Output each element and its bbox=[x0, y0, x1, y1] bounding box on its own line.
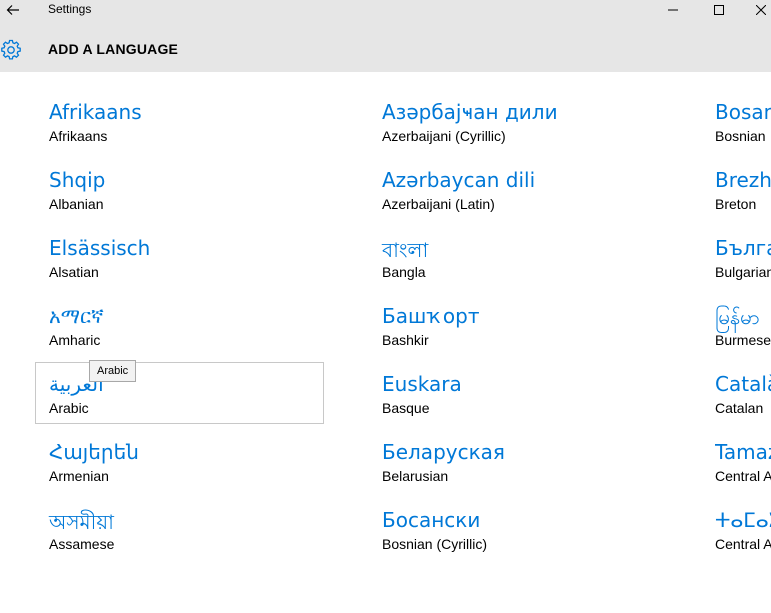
language-english-name: Bangla bbox=[382, 264, 426, 280]
close-icon bbox=[756, 5, 766, 15]
tooltip: Arabic bbox=[89, 360, 137, 382]
language-item-central-atlas-tamazight-latin[interactable]: Tamaz Central A bbox=[715, 440, 771, 502]
language-english-name: Amharic bbox=[49, 332, 101, 348]
language-english-name: Basque bbox=[382, 400, 430, 416]
language-english-name: Azerbaijani (Cyrillic) bbox=[382, 128, 506, 144]
language-native-name: Հայերեն bbox=[49, 440, 139, 464]
language-english-name: Central A bbox=[715, 468, 771, 484]
language-native-name: Català bbox=[715, 372, 771, 396]
language-english-name: Bosnian bbox=[715, 128, 766, 144]
language-english-name: Bashkir bbox=[382, 332, 429, 348]
language-item-central-atlas-tamazight-tifinagh[interactable]: ⵜⴰⵎⴰⵣ Central A bbox=[715, 508, 771, 570]
language-item-afrikaans[interactable]: Afrikaans Afrikaans bbox=[49, 100, 349, 162]
language-english-name: Armenian bbox=[49, 468, 109, 484]
language-english-name: Burmese bbox=[715, 332, 771, 348]
language-native-name: Бълга bbox=[715, 236, 771, 260]
language-item-bosnian-cyrillic[interactable]: Босански Bosnian (Cyrillic) bbox=[382, 508, 682, 570]
language-item-armenian[interactable]: Հայերեն Armenian bbox=[49, 440, 349, 502]
language-english-name: Afrikaans bbox=[49, 128, 108, 144]
language-native-name: Bosan bbox=[715, 100, 771, 124]
language-english-name: Bulgarian bbox=[715, 264, 771, 280]
language-native-name: አማርኛ bbox=[49, 304, 104, 328]
language-native-name: မြန်မာ bbox=[715, 305, 760, 329]
language-item-alsatian[interactable]: Elsässisch Alsatian bbox=[49, 236, 349, 298]
language-native-name: Беларуская bbox=[382, 440, 505, 464]
language-item-azerbaijani-latin[interactable]: Azərbaycan dili Azerbaijani (Latin) bbox=[382, 168, 682, 230]
language-item-amharic[interactable]: አማርኛ Amharic bbox=[49, 304, 349, 366]
language-native-name: ⵜⴰⵎⴰⵣ bbox=[715, 508, 771, 532]
window-title: Settings bbox=[48, 2, 92, 16]
language-native-name: Elsässisch bbox=[49, 236, 151, 260]
language-english-name: Azerbaijani (Latin) bbox=[382, 196, 495, 212]
language-english-name: Assamese bbox=[49, 536, 115, 552]
minimize-icon bbox=[668, 9, 678, 11]
language-native-name: Afrikaans bbox=[49, 100, 142, 124]
language-list: Afrikaans Afrikaans Shqip Albanian Elsäs… bbox=[0, 72, 771, 613]
language-english-name: Alsatian bbox=[49, 264, 99, 280]
language-column-3: Bosan Bosnian Brezho Breton Бълга Bulgar… bbox=[715, 72, 771, 613]
page-title: ADD A LANGUAGE bbox=[48, 41, 179, 57]
back-button[interactable] bbox=[0, 0, 26, 20]
language-item-bashkir[interactable]: Башҡорт Bashkir bbox=[382, 304, 682, 366]
minimize-button[interactable] bbox=[650, 0, 696, 20]
title-bar: Settings ADD A LANGUAGE bbox=[0, 0, 771, 72]
language-english-name: Catalan bbox=[715, 400, 764, 416]
language-item-bosnian[interactable]: Bosan Bosnian bbox=[715, 100, 771, 162]
language-item-catalan[interactable]: Català Catalan bbox=[715, 372, 771, 434]
language-item-burmese[interactable]: မြန်မာ Burmese bbox=[715, 304, 771, 366]
language-item-azerbaijani-cyrillic[interactable]: Азәрбајҹан дили Azerbaijani (Cyrillic) bbox=[382, 100, 682, 162]
language-item-belarusian[interactable]: Беларуская Belarusian bbox=[382, 440, 682, 502]
language-english-name: Belarusian bbox=[382, 468, 449, 484]
language-native-name: Shqip bbox=[49, 168, 106, 192]
language-item-breton[interactable]: Brezho Breton bbox=[715, 168, 771, 230]
language-native-name: Азәрбајҹан дили bbox=[382, 100, 558, 124]
back-arrow-icon bbox=[6, 5, 19, 15]
language-native-name: Башҡорт bbox=[382, 304, 480, 328]
language-english-name: Bosnian (Cyrillic) bbox=[382, 536, 488, 552]
language-native-name: Босански bbox=[382, 508, 481, 532]
language-item-bulgarian[interactable]: Бълга Bulgarian bbox=[715, 236, 771, 298]
gear-icon bbox=[1, 39, 21, 60]
language-native-name: Brezho bbox=[715, 168, 771, 192]
language-native-name: Euskara bbox=[382, 372, 462, 396]
language-english-name: Breton bbox=[715, 196, 757, 212]
language-item-basque[interactable]: Euskara Basque bbox=[382, 372, 682, 434]
language-item-bangla[interactable]: বাংলা Bangla bbox=[382, 236, 682, 298]
language-english-name: Albanian bbox=[49, 196, 104, 212]
language-native-name: Azərbaycan dili bbox=[382, 168, 536, 192]
maximize-button[interactable] bbox=[696, 0, 742, 20]
close-button[interactable] bbox=[738, 0, 771, 20]
language-english-name: Central A bbox=[715, 536, 771, 552]
maximize-icon bbox=[714, 5, 724, 15]
language-item-albanian[interactable]: Shqip Albanian bbox=[49, 168, 349, 230]
language-native-name: Tamaz bbox=[715, 440, 771, 464]
language-item-assamese[interactable]: অসমীয়া Assamese bbox=[49, 508, 349, 570]
focus-rectangle bbox=[35, 362, 324, 424]
